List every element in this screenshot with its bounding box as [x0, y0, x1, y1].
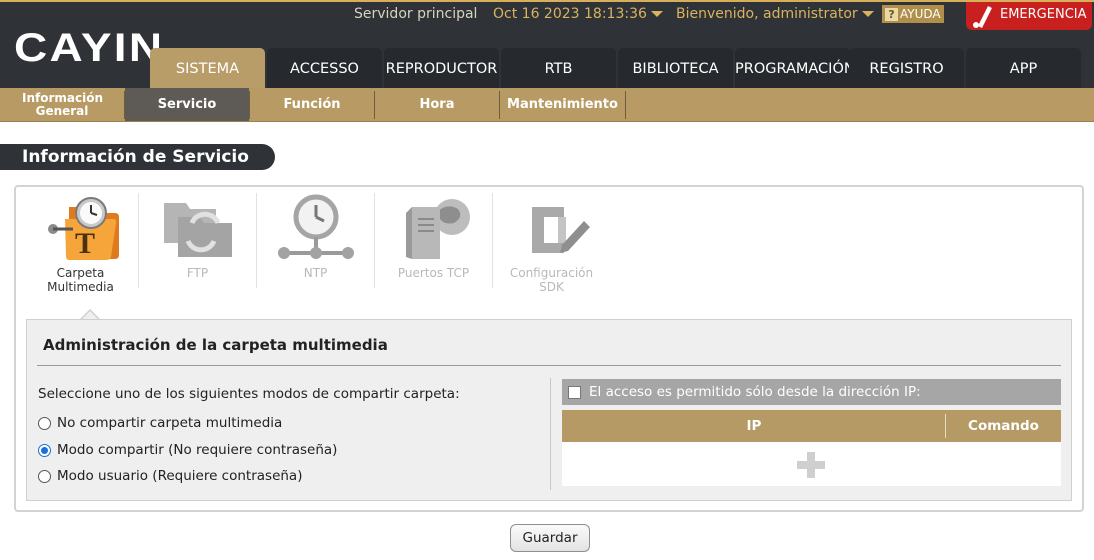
sdk-config-tab-label: Configuración SDK: [509, 266, 594, 294]
chevron-down-icon: [861, 11, 874, 17]
media-folder-settings: Administración de la carpeta multimedia …: [26, 319, 1072, 501]
tab-programacion[interactable]: PROGRAMACIÓN: [735, 48, 855, 90]
subnav-mantenimiento[interactable]: Mantenimiento: [500, 88, 625, 121]
service-tab-ntp[interactable]: NTP: [257, 193, 374, 289]
service-tab-tcp-ports[interactable]: Puertos TCP: [375, 193, 492, 289]
sub-nav: Información General Servicio Función Hor…: [0, 88, 1094, 122]
server-globe-icon: [405, 199, 470, 259]
service-panel: T Carpeta Multimedia FTP NTP Puertos TCP…: [14, 185, 1084, 512]
question-icon: ?: [885, 8, 898, 21]
tab-rtb[interactable]: RTB: [501, 48, 616, 90]
subnav-divider: [625, 91, 626, 119]
ntp-tab-label: NTP: [303, 266, 328, 280]
service-tab-media-folder[interactable]: T Carpeta Multimedia: [22, 193, 139, 294]
help-button[interactable]: ? AYUDA: [882, 5, 944, 23]
ip-restrict-label: El acceso es permitido sólo desde la dir…: [589, 384, 921, 400]
save-button[interactable]: Guardar: [510, 524, 590, 552]
welcome-text: Bienvenido, administrator: [676, 6, 858, 22]
radio-no-share-label: No compartir carpeta multimedia: [57, 415, 283, 431]
subnav-info-general-label: Información General: [22, 90, 104, 118]
radio-user-mode-label: Modo usuario (Requiere contraseña): [57, 468, 303, 484]
radio-share-mode-label: Modo compartir (No requiere contraseña): [57, 442, 338, 458]
title-divider: [37, 365, 1061, 366]
help-label: AYUDA: [900, 7, 941, 21]
ip-restrict-row: El acceso es permitido sólo desde la dir…: [562, 379, 1061, 405]
subnav-hora[interactable]: Hora: [375, 88, 499, 121]
radio-share-mode[interactable]: Modo compartir (No requiere contraseña): [38, 442, 337, 458]
column-header-command: Comando: [968, 418, 1039, 434]
tab-sistema[interactable]: SISTEMA: [150, 48, 265, 90]
radio-no-share[interactable]: No compartir carpeta multimedia: [38, 415, 282, 431]
ftp-tab-label: FTP: [186, 266, 209, 280]
emergency-label: EMERGENCIA: [1000, 7, 1087, 22]
datetime-text: Oct 16 2023 18:13:36: [493, 6, 647, 22]
radio-user-mode[interactable]: Modo usuario (Requiere contraseña): [38, 468, 302, 484]
settings-title: Administración de la carpeta multimedia: [43, 336, 388, 354]
app-root: CAYIN Servidor principal Oct 16 2023 18:…: [0, 0, 1094, 560]
ip-table: IP Comando: [562, 410, 1061, 486]
tab-accesso[interactable]: ACCESSO: [267, 48, 382, 90]
service-tab-sdk-config[interactable]: Configuración SDK: [493, 193, 610, 294]
subnav-servicio[interactable]: Servicio: [125, 88, 249, 121]
column-header-ip: IP: [746, 418, 762, 434]
media-folder-icon: T: [47, 197, 119, 260]
svg-text:T: T: [75, 227, 95, 260]
tab-reproductor[interactable]: REPRODUCTOR: [384, 48, 499, 90]
tcp-ports-tab-label: Puertos TCP: [397, 266, 470, 280]
top-header: CAYIN Servidor principal Oct 16 2023 18:…: [0, 0, 1094, 90]
radio-button[interactable]: [38, 469, 51, 483]
tab-registro[interactable]: REGISTRO: [849, 48, 964, 90]
column-divider: [550, 378, 551, 490]
share-mode-prompt: Seleccione uno de los siguientes modos d…: [38, 386, 460, 402]
page-title: Información de Servicio: [0, 144, 275, 170]
subnav-funcion[interactable]: Función: [250, 88, 374, 121]
tab-biblioteca[interactable]: BIBLIOTECA: [618, 48, 733, 90]
add-ip-button[interactable]: [797, 452, 825, 478]
user-menu[interactable]: Bienvenido, administrator: [676, 6, 874, 24]
tab-app[interactable]: APP: [966, 48, 1081, 90]
radio-button[interactable]: [38, 416, 51, 430]
server-label: Servidor principal: [354, 6, 478, 22]
radio-button-checked[interactable]: [38, 443, 51, 457]
chevron-down-icon: [650, 11, 663, 17]
cayin-logo[interactable]: CAYIN: [14, 28, 164, 68]
ftp-icon: [163, 203, 232, 257]
clock-network-icon: [277, 194, 354, 259]
datetime-display[interactable]: Oct 16 2023 18:13:36: [493, 6, 663, 24]
clamp-pencil-icon: [531, 207, 590, 253]
alert-flag-icon: [973, 6, 992, 28]
emergency-button[interactable]: EMERGENCIA: [966, 2, 1092, 30]
ip-restrict-checkbox[interactable]: [568, 385, 581, 399]
service-tab-ftp[interactable]: FTP: [139, 193, 256, 289]
subnav-info-general[interactable]: Información General: [0, 88, 124, 121]
ip-table-header: IP Comando: [562, 410, 1061, 442]
media-folder-tab-label: Carpeta Multimedia: [47, 266, 114, 294]
